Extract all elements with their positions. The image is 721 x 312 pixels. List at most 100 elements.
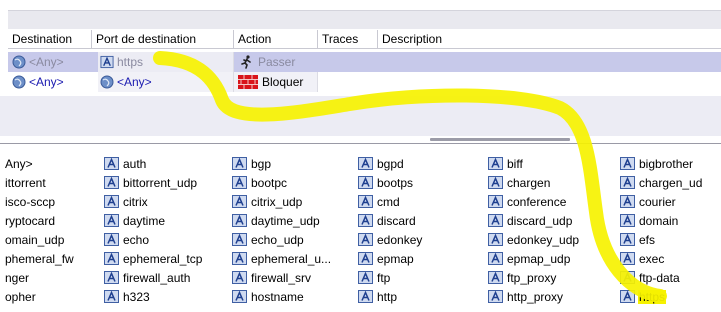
service-item[interactable]: citrix (104, 194, 149, 211)
port-object-icon (620, 271, 635, 284)
service-item[interactable]: auth (104, 156, 147, 173)
service-item[interactable]: opher (4, 289, 37, 306)
port-object-icon (620, 176, 635, 189)
port-object-icon (488, 271, 503, 284)
service-label: biff (507, 157, 523, 171)
service-item[interactable]: nger (4, 270, 30, 287)
service-item[interactable]: citrix_udp (232, 194, 303, 211)
service-item[interactable]: bittorrent_udp (104, 175, 198, 192)
rule-2-action: Bloquer (238, 72, 303, 92)
service-label: omain_udp (5, 233, 65, 247)
port-object-icon (358, 290, 373, 303)
port-object-icon (620, 252, 635, 265)
port-object-icon (232, 271, 247, 284)
service-item[interactable]: bgpd (358, 156, 405, 173)
service-label: domain (639, 214, 679, 228)
splitter-handle[interactable] (430, 138, 570, 141)
service-label: https (638, 290, 667, 304)
port-object-icon (232, 252, 247, 265)
service-item[interactable]: conference (488, 194, 567, 211)
service-label: discard (377, 214, 416, 228)
service-label: bootpc (251, 176, 288, 190)
service-item[interactable]: isco-sccp (4, 194, 56, 211)
services-list: Any> ittorrent isco-sccp ryptocard omain_udp… (0, 146, 721, 312)
service-item[interactable]: chargen_ud (620, 175, 703, 192)
rule-row-1[interactable]: <Any> https Passer (8, 52, 721, 72)
col-destination[interactable]: Destination (8, 30, 92, 48)
port-object-icon (232, 290, 247, 303)
service-item[interactable]: ftp_proxy (488, 270, 557, 287)
port-object-icon (232, 157, 247, 170)
service-item[interactable]: bootpc (232, 175, 288, 192)
port-object-icon (488, 176, 503, 189)
service-item[interactable]: hostname (232, 289, 305, 306)
rule-row-2[interactable]: <Any> <Any> Bloquer (8, 72, 721, 92)
service-item[interactable]: omain_udp (4, 232, 65, 249)
port-object-icon (104, 290, 119, 303)
port-object-icon (104, 176, 119, 189)
service-item[interactable]: phemeral_fw (4, 251, 75, 268)
service-label: auth (123, 157, 147, 171)
port-object-icon (488, 157, 503, 170)
service-item[interactable]: edonkey_udp (488, 232, 580, 249)
service-item[interactable]: firewall_srv (232, 270, 312, 287)
service-item[interactable]: echo_udp (232, 232, 305, 249)
service-item[interactable]: domain (620, 213, 679, 230)
col-description[interactable]: Description (378, 30, 721, 48)
service-item[interactable]: ephemeral_tcp (104, 251, 203, 268)
service-item[interactable]: epmap_udp (488, 251, 571, 268)
service-label: epmap_udp (507, 252, 571, 266)
service-item[interactable]: efs (620, 232, 656, 249)
service-item[interactable]: http (358, 289, 398, 306)
port-object-icon (100, 55, 114, 69)
service-item[interactable]: courier (620, 194, 677, 211)
rule-1-port: https (100, 52, 143, 72)
service-label: efs (639, 233, 656, 247)
rules-table-header: Destination Port de destination Action T… (8, 30, 721, 49)
service-item[interactable]: https (620, 289, 667, 306)
service-item[interactable]: ftp-data (620, 270, 681, 287)
port-object-icon (104, 271, 119, 284)
service-item[interactable]: bootps (358, 175, 414, 192)
service-label: daytime_udp (251, 214, 320, 228)
service-item[interactable]: exec (620, 251, 665, 268)
service-item[interactable]: bigbrother (620, 156, 694, 173)
service-item[interactable]: h323 (104, 289, 151, 306)
port-object-icon (358, 195, 373, 208)
service-item[interactable]: discard (358, 213, 417, 230)
port-object-icon (488, 195, 503, 208)
service-item[interactable]: http_proxy (488, 289, 564, 306)
rule-2-port: <Any> (100, 72, 152, 92)
service-item[interactable]: ittorrent (4, 175, 47, 192)
port-object-icon (104, 214, 119, 227)
service-item[interactable]: discard_udp (488, 213, 573, 230)
service-item[interactable]: ryptocard (4, 213, 56, 230)
service-item[interactable]: cmd (358, 194, 401, 211)
runner-icon (241, 55, 251, 69)
service-item[interactable]: echo (104, 232, 150, 249)
globe-icon (100, 75, 114, 89)
service-item[interactable]: biff (488, 156, 524, 173)
service-item[interactable]: epmap (358, 251, 415, 268)
service-item[interactable]: firewall_auth (104, 270, 191, 287)
col-action[interactable]: Action (234, 30, 318, 48)
service-item[interactable]: bgp (232, 156, 272, 173)
service-item[interactable]: Any> (4, 156, 34, 173)
service-item[interactable]: edonkey (358, 232, 423, 249)
port-object-icon (488, 233, 503, 246)
col-traces[interactable]: Traces (318, 30, 378, 48)
service-label: cmd (377, 195, 400, 209)
service-label: bigbrother (639, 157, 694, 171)
service-label: ryptocard (5, 214, 56, 228)
service-item[interactable]: chargen (488, 175, 551, 192)
service-label: Any> (5, 157, 33, 171)
service-item[interactable]: ftp (358, 270, 391, 287)
globe-icon (12, 55, 26, 69)
col-port[interactable]: Port de destination (92, 30, 234, 48)
rule-1-destination: <Any> (12, 52, 64, 72)
service-item[interactable]: daytime (104, 213, 166, 230)
service-label: ftp_proxy (507, 271, 557, 285)
service-label: courier (639, 195, 676, 209)
service-item[interactable]: daytime_udp (232, 213, 321, 230)
service-item[interactable]: ephemeral_u... (232, 251, 332, 268)
